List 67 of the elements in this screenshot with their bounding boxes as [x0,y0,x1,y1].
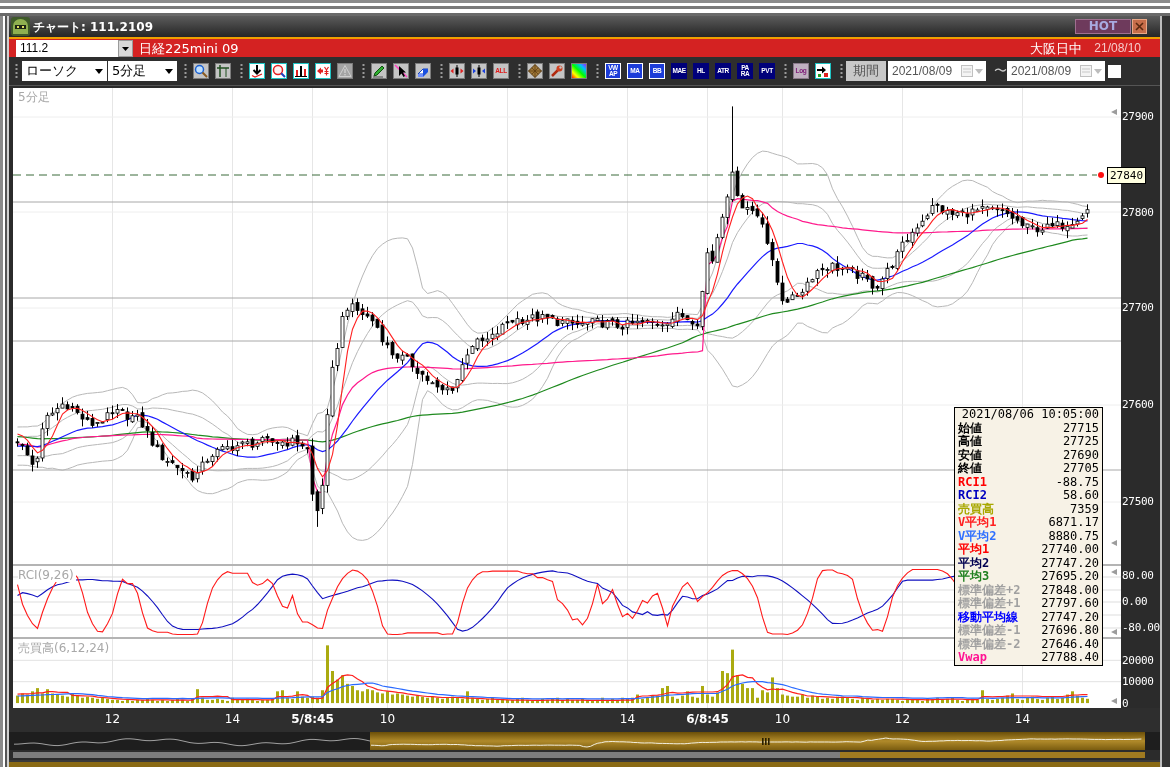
price-axis-label: 27500 [1122,495,1154,508]
data-label: 標準偏差+2 [958,583,1021,597]
session-label: 大阪日中 [1030,39,1083,57]
volume-axis-label: 0 [1122,697,1129,709]
price-marker-label: 27840 [1107,167,1147,184]
data-value: 27696.80 [1041,624,1099,638]
time-axis-label: 10 [774,712,791,727]
data-label: 平均3 [958,570,990,584]
data-value: 58.60 [1062,489,1099,503]
data-value: 27705 [1062,462,1099,476]
data-value: 27715 [1062,421,1099,435]
instrument-name: 日経225mini 09 [139,39,239,57]
data-label: 高値 [958,435,982,448]
time-axis-label: 14 [1014,712,1031,727]
price-axis-label: 27900 [1122,110,1154,123]
price-axis-label: 27600 [1122,398,1154,411]
time-axis-label: 6/8:45 [686,712,729,727]
time-axis-label: 12 [499,712,516,727]
data-value: 27690 [1062,448,1099,462]
interval-label: 5分足 [18,90,50,104]
data-value: 27646.40 [1041,637,1099,651]
data-label: 始値 [958,421,982,435]
data-label: 平均1 [958,543,990,557]
volume-axis-label: 10000 [1122,676,1154,688]
data-label: V平均1 [958,516,997,530]
data-label: 標準偏差-2 [958,637,1021,651]
time-axis-label: 12 [104,712,121,727]
data-timestamp: 2021/08/06 10:05:00 [961,408,1099,422]
time-axis-label: 12 [894,712,911,727]
data-value: 27695.20 [1041,570,1099,584]
time-axis-label: 10 [379,712,396,727]
rci-label: RCI(9,26) [18,568,76,582]
data-value: 27797.60 [1041,597,1099,611]
data-label: 標準偏差-1 [958,624,1021,638]
data-value: 27747.20 [1041,556,1099,570]
data-label: 移動平均線 [958,610,1018,624]
volume-label: 売買高(6,12,24) [18,641,110,655]
data-value: 27788.40 [1041,651,1099,665]
data-label: RCI1 [958,475,987,489]
data-label: 標準偏差+1 [958,597,1021,611]
data-value: 6871.17 [1048,516,1099,530]
data-label: RCI2 [958,489,987,502]
time-axis-label: 14 [619,712,636,727]
data-label: 平均2 [958,556,990,570]
rci-axis-label: 80.00 [1122,569,1154,582]
price-axis-label: 27800 [1122,206,1154,219]
data-label: 売買高 [958,502,994,516]
data-label: 安値 [958,448,982,462]
data-value: 8880.75 [1048,529,1099,543]
data-label: 終値 [958,462,982,476]
time-axis-label: 14 [224,712,241,727]
data-value: 27747.20 [1041,610,1099,624]
data-value: -88.75 [1055,475,1099,489]
data-label: V平均2 [958,529,997,543]
window-title: チャート: 111.2109 [33,18,153,35]
data-value: 27848.00 [1041,583,1099,597]
data-value: 27725 [1062,435,1099,449]
session-date: 21/08/10 [1094,39,1141,57]
data-value: 27740.00 [1041,543,1099,557]
rci-axis-label: 0.00 [1122,595,1148,608]
time-axis-label: 5/8:45 [291,712,334,727]
volume-axis-label: 20000 [1122,654,1154,666]
data-value: 7359 [1070,502,1099,516]
data-label: Vwap [958,651,987,665]
price-axis-label: 27700 [1122,301,1154,314]
rci-axis-label: -80.00 [1122,621,1160,634]
range-separator: 〜 [994,62,1006,80]
